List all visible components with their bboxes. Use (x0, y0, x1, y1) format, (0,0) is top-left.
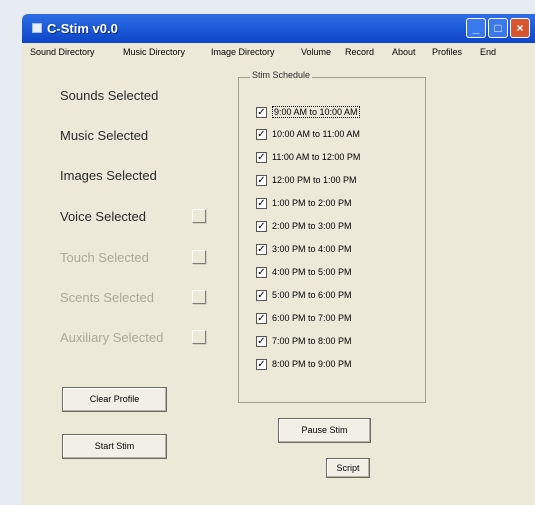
close-button[interactable]: × (510, 18, 530, 38)
menu-image-directory[interactable]: Image Directory (211, 47, 275, 57)
scents-toggle[interactable] (192, 290, 206, 304)
schedule-checkbox[interactable]: ✓ (256, 244, 267, 255)
schedule-checkbox[interactable]: ✓ (256, 359, 267, 370)
schedule-label: 2:00 PM to 3:00 PM (272, 221, 352, 231)
touch-toggle[interactable] (192, 250, 206, 264)
app-window: C-Stim v0.0 _ □ × Sound Directory Music … (22, 14, 535, 505)
menu-bar: Sound Directory Music Directory Image Di… (22, 43, 535, 63)
window-title: C-Stim v0.0 (47, 21, 118, 36)
schedule-checkbox[interactable]: ✓ (256, 175, 267, 186)
schedule-label: 4:00 PM to 5:00 PM (272, 267, 352, 277)
menu-record[interactable]: Record (345, 47, 374, 57)
schedule-label: 10:00 AM to 11:00 AM (272, 129, 360, 139)
schedule-label: 8:00 PM to 9:00 PM (272, 359, 352, 369)
menu-volume[interactable]: Volume (301, 47, 331, 57)
images-selected-label: Images Selected (60, 168, 157, 183)
schedule-checkbox[interactable]: ✓ (256, 152, 267, 163)
schedule-checkbox[interactable]: ✓ (256, 313, 267, 324)
schedule-label: 3:00 PM to 4:00 PM (272, 244, 352, 254)
voice-selected-label: Voice Selected (60, 209, 147, 224)
schedule-label: 5:00 PM to 6:00 PM (272, 290, 352, 300)
schedule-checkbox[interactable]: ✓ (256, 198, 267, 209)
stim-schedule-title: Stim Schedule (250, 70, 313, 80)
schedule-checkbox[interactable]: ✓ (256, 221, 267, 232)
schedule-checkbox[interactable]: ✓ (256, 290, 267, 301)
menu-about[interactable]: About (392, 47, 416, 57)
schedule-label-text: 9:00 AM to 10:00 AM (272, 106, 360, 118)
sounds-selected-label: Sounds Selected (60, 88, 159, 103)
schedule-label: 6:00 PM to 7:00 PM (272, 313, 352, 323)
schedule-checkbox[interactable]: ✓ (256, 336, 267, 347)
music-selected-label: Music Selected (60, 128, 149, 143)
clear-profile-button[interactable]: Clear Profile (62, 387, 167, 412)
minimize-button[interactable]: _ (466, 18, 486, 38)
menu-end[interactable]: End (480, 47, 496, 57)
auxiliary-toggle[interactable] (192, 330, 206, 344)
schedule-checkbox[interactable]: ✓ (256, 267, 267, 278)
script-button[interactable]: Script (326, 458, 370, 478)
touch-selected-label: Touch Selected (60, 250, 149, 265)
schedule-checkbox[interactable]: ✓ (256, 129, 267, 140)
scents-selected-label: Scents Selected (60, 290, 154, 305)
pause-stim-button[interactable]: Pause Stim (278, 418, 371, 443)
start-stim-button[interactable]: Start Stim (62, 434, 167, 459)
title-bar[interactable]: C-Stim v0.0 _ □ × (22, 14, 535, 43)
menu-music-directory[interactable]: Music Directory (123, 47, 185, 57)
schedule-label: 1:00 PM to 2:00 PM (272, 198, 352, 208)
schedule-checkbox[interactable]: ✓ (256, 107, 267, 118)
schedule-label: 7:00 PM to 8:00 PM (272, 336, 352, 346)
voice-toggle[interactable] (192, 209, 206, 223)
app-icon (32, 23, 42, 33)
maximize-button[interactable]: □ (488, 18, 508, 38)
menu-profiles[interactable]: Profiles (432, 47, 462, 57)
stim-schedule-group (238, 77, 426, 403)
auxiliary-selected-label: Auxiliary Selected (60, 330, 164, 345)
schedule-label: 12:00 PM to 1:00 PM (272, 175, 357, 185)
menu-sound-directory[interactable]: Sound Directory (30, 47, 95, 57)
schedule-label: 11:00 AM to 12:00 PM (272, 152, 361, 162)
schedule-label: 9:00 AM to 10:00 AM (272, 106, 360, 118)
